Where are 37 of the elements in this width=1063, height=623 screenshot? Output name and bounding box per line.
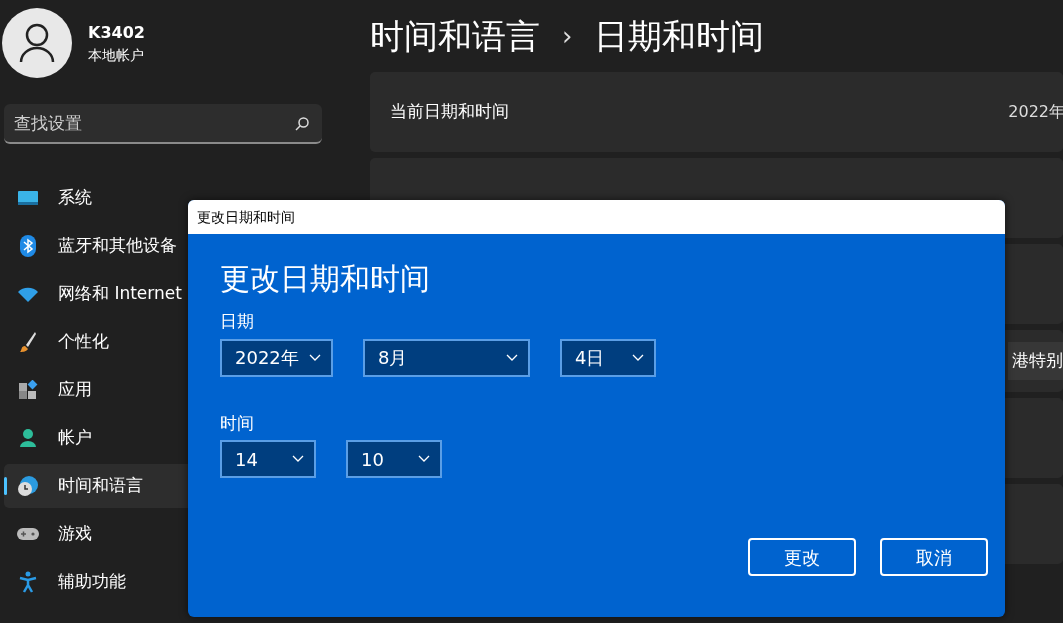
brush-icon [19, 331, 37, 353]
chevron-down-icon [292, 455, 304, 463]
search-icon[interactable] [294, 116, 310, 132]
dropdown[interactable]: 10 [346, 440, 442, 478]
breadcrumb-separator: › [562, 19, 573, 53]
breadcrumb-link[interactable]: 时间和语言 [370, 10, 540, 62]
field-label: 日期 [220, 310, 255, 333]
apps-icon [18, 380, 38, 400]
dropdown[interactable]: 14 [220, 440, 316, 478]
dialog-heading: 更改日期和时间 [220, 260, 431, 298]
dropdown[interactable]: 8月 [363, 338, 530, 377]
window-title: 更改日期和时间 [197, 207, 295, 227]
chevron-down-icon [418, 455, 430, 463]
dropdown[interactable]: 港特别 [1008, 342, 1063, 380]
search-field[interactable]: 查找设置 [4, 104, 322, 144]
monitor-icon [17, 189, 39, 207]
dropdown[interactable]: 2022年 [220, 338, 333, 377]
chevron-down-icon [309, 353, 321, 362]
accessibility-icon [19, 571, 37, 593]
person-icon [19, 23, 55, 63]
sidebar-item[interactable]: 辅助功能 [4, 560, 360, 604]
page-title: 日期和时间 [594, 14, 765, 58]
user-name: K3402 [88, 21, 145, 44]
field-label: 时间 [220, 411, 255, 435]
wifi-icon [17, 286, 39, 302]
sidebar-item[interactable]: 游戏 [4, 512, 360, 556]
dropdown[interactable]: 4日 [560, 338, 656, 377]
person-icon [19, 428, 37, 448]
account-type: 本地帐户 [88, 45, 145, 65]
dialog-button[interactable]: 取消 [880, 538, 988, 576]
gamepad-icon [16, 526, 40, 542]
dialog-button[interactable]: 更改 [748, 538, 856, 576]
setting-label: 当前日期和时间 [390, 100, 509, 124]
chevron-down-icon [506, 353, 518, 362]
globe-clock-icon [17, 475, 39, 497]
chevron-down-icon [632, 353, 644, 362]
bluetooth-icon [20, 235, 36, 257]
